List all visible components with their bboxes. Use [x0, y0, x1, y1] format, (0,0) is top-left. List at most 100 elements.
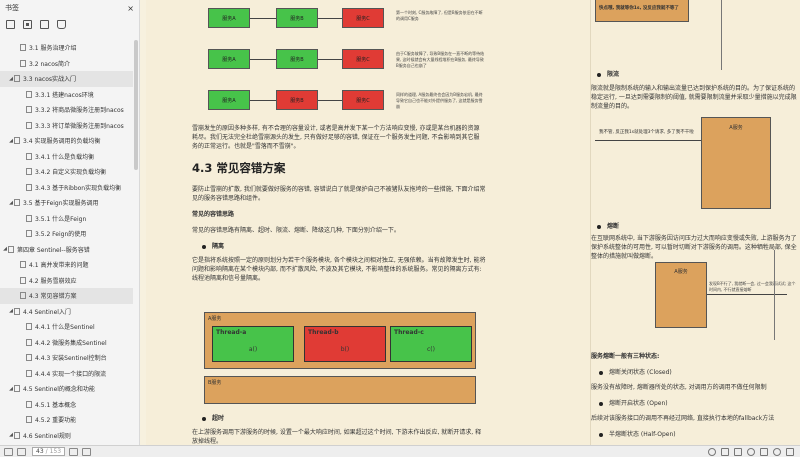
- isolation-title: 隔离: [202, 242, 224, 251]
- call-arrow: [250, 100, 276, 101]
- toc-item-label: 4.4.2 微服务集成Sentinel: [35, 339, 107, 347]
- toc-item-label: 4.4.3 安装Sentinel控制台: [35, 355, 107, 363]
- state-open-text: 后续对该服务接口的调用不再经过网络, 直接执行本地的fallback方法: [591, 415, 775, 422]
- thread-c: Thread-c c(): [390, 326, 472, 362]
- page-number-field[interactable]: 43 / 153: [32, 447, 66, 456]
- attachment-icon[interactable]: [40, 19, 49, 29]
- toc-item[interactable]: ◢ 3.4 实现服务调用的负载均衡: [0, 133, 133, 149]
- sidebar-header: 书签 ×: [0, 0, 139, 16]
- toc-item-label: 3.4.3 基于Ribbon实现负载均衡: [35, 184, 122, 192]
- bookmark-page-icon: [26, 323, 32, 331]
- bookmark-page-icon: [20, 44, 26, 52]
- toc-item[interactable]: 3.5.2 Feign的使用: [0, 226, 133, 242]
- toc-item[interactable]: 4.1 高并发带来的问题: [0, 257, 133, 273]
- states-heading: 服务熔断一般有三种状态:: [591, 353, 660, 360]
- toc-item[interactable]: ◢ 4.5 Sentinel的概念和功能: [0, 381, 133, 397]
- bookmark-icon[interactable]: [57, 19, 66, 29]
- toc-item-label: 4.5.2 重要功能: [35, 417, 77, 425]
- double-page-icon[interactable]: [734, 447, 742, 456]
- state-closed: 熔断关闭状态 (Closed): [599, 368, 672, 377]
- fullscreen-icon[interactable]: [786, 447, 794, 456]
- limit-service-a: A服务: [701, 117, 771, 209]
- bookmark-page-icon: [14, 199, 20, 207]
- limit-arrow: [595, 140, 710, 141]
- timeout-title: 超时: [202, 414, 224, 423]
- pool-b-label: B服务: [208, 380, 222, 386]
- prev-page-icon[interactable]: [17, 447, 26, 456]
- avalanche-paragraph: 雪崩发生的原因多种多样, 有不合理的容量设计, 或者是高并发下某一个方法响应变慢…: [192, 125, 480, 150]
- toc-item[interactable]: 3.4.1 什么是负载均衡: [0, 149, 133, 165]
- eye-icon[interactable]: [747, 447, 755, 456]
- call-arrow: [250, 59, 276, 60]
- toc-item[interactable]: 4.5.2 重要功能: [0, 412, 133, 428]
- single-page-icon[interactable]: [721, 447, 729, 456]
- bookmark-sidebar: 书签 × 3.1 服务治理介绍 3.2 nacos简介 ◢ 3.3 nacos实战入门…: [0, 0, 140, 445]
- toc-item[interactable]: 4.4.4 实现一个接口的限流: [0, 366, 133, 382]
- toc-item-label: 4.6 Sentinel规则: [23, 432, 71, 440]
- isolation-text: 它是指将系统按照一定的原则划分为若干个服务模块, 各个模块之间相对独立, 无强依…: [192, 257, 486, 282]
- toc-item[interactable]: ◢ 4.4 Sentinel入门: [0, 304, 133, 320]
- last-page-icon[interactable]: [82, 447, 92, 456]
- toc-item[interactable]: 3.3.2 将商品微服务注册到nacos: [0, 102, 133, 118]
- call-arrow: [250, 18, 276, 19]
- fit-width-icon[interactable]: [760, 447, 768, 456]
- sidebar-scrollbar[interactable]: [134, 40, 138, 170]
- close-icon[interactable]: ×: [127, 4, 134, 13]
- next-page-icon[interactable]: [69, 447, 79, 456]
- diagram-note: 第一个时刻, C服务故障了, 但是B服务依旧在不断的调用C服务: [396, 10, 483, 21]
- toc-item-label: 4.5.1 基本概念: [35, 401, 77, 409]
- toc-item-label: 3.4.1 什么是负载均衡: [35, 153, 95, 161]
- fuse-note: 发现B不行了, 我就断一会, 过一会我再试试; 这个时间内, 不行就直接熔断: [709, 281, 796, 292]
- fuse-arrow: [707, 294, 787, 295]
- toc-item[interactable]: ◢ 3.5 基于Feign实现服务调用: [0, 195, 133, 211]
- thumbnail-icon[interactable]: [23, 19, 32, 29]
- bookmark-page-icon: [26, 214, 32, 222]
- bookmark-page-icon: [26, 230, 32, 238]
- bookmark-page-icon: [26, 183, 32, 191]
- toc-item-label: 3.4.2 自定义实现负载均衡: [35, 169, 107, 177]
- bookmark-list-icon[interactable]: [6, 19, 15, 29]
- toc-item[interactable]: 3.4.3 基于Ribbon实现负载均衡: [0, 180, 133, 196]
- toc-item[interactable]: 4.3 常见容错方案: [0, 288, 133, 304]
- toc-item[interactable]: ◢ 3.3 nacos实战入门: [0, 71, 133, 87]
- toc-item[interactable]: 3.5.1 什么是Feign: [0, 211, 133, 227]
- status-bar: 43 / 153: [0, 445, 800, 457]
- bookmark-page-icon: [20, 292, 26, 300]
- state-open: 熔断开启状态 (Open): [599, 399, 668, 408]
- first-page-icon[interactable]: [4, 447, 13, 456]
- call-arrow: [318, 59, 342, 60]
- toc-item[interactable]: ◢ 4.6 Sentinel规则: [0, 428, 133, 444]
- toc-item[interactable]: 3.1 服务治理介绍: [0, 40, 133, 56]
- toc-item-label: 4.1 高并发带来的问题: [29, 262, 89, 270]
- ideas-heading: 常见的容错思路: [192, 211, 235, 218]
- toc-item[interactable]: 3.4.2 自定义实现负载均衡: [0, 164, 133, 180]
- bookmark-page-icon: [14, 75, 20, 83]
- bookmark-page-icon: [14, 431, 20, 439]
- toc-item[interactable]: 3.2 nacos简介: [0, 56, 133, 72]
- toc-item-label: 3.3.2 将商品微服务注册到nacos: [35, 107, 124, 115]
- thread-b: Thread-b b(): [304, 326, 386, 362]
- service-b-box: 服务B: [276, 49, 318, 69]
- bookmark-page-icon: [20, 276, 26, 284]
- play-icon[interactable]: [773, 447, 781, 456]
- table-of-contents: 3.1 服务治理介绍 3.2 nacos简介 ◢ 3.3 nacos实战入门 3.3.1…: [0, 40, 133, 445]
- toc-item[interactable]: 3.3.3 将订单微服务注册到nacos: [0, 118, 133, 134]
- view-mode-icon[interactable]: [708, 447, 716, 456]
- toc-item[interactable]: 4.4.3 安装Sentinel控制台: [0, 350, 133, 366]
- toc-item[interactable]: 4.2 服务雪崩效应: [0, 273, 133, 289]
- bookmark-page-icon: [26, 168, 32, 176]
- sidebar-title: 书签: [5, 4, 19, 12]
- fuse-divider: [774, 250, 775, 340]
- timeout-speech-box: 快点哦, 我就等你1s, 没反应我就不等了: [595, 0, 689, 22]
- toc-item[interactable]: 4.4.1 什么是Sentinel: [0, 319, 133, 335]
- state-closed-text: 服务没有故障时, 熔断器所处的状态, 对调用方的调用不做任何限制: [591, 384, 767, 391]
- toc-item[interactable]: 4.5.1 基本概念: [0, 397, 133, 413]
- toc-item[interactable]: 4.4.2 微服务集成Sentinel: [0, 335, 133, 351]
- thread-method: b(): [340, 346, 350, 353]
- service-b-box: 服务B: [276, 90, 318, 110]
- diagram-note: 由于C服务故障了, 导致B服务在一直不断的等待结果, 这时候就会有大量线程堆积在…: [396, 51, 485, 68]
- toc-item[interactable]: ◢ 第四章 Sentinel--服务容错: [0, 242, 133, 258]
- ideas-text: 常见的容错思路有隔离、超时、限流、熔断、降级这几种, 下面分别介绍一下。: [192, 227, 400, 234]
- toc-item-label: 3.2 nacos简介: [29, 60, 71, 68]
- toc-item[interactable]: 3.3.1 搭建nacos环境: [0, 87, 133, 103]
